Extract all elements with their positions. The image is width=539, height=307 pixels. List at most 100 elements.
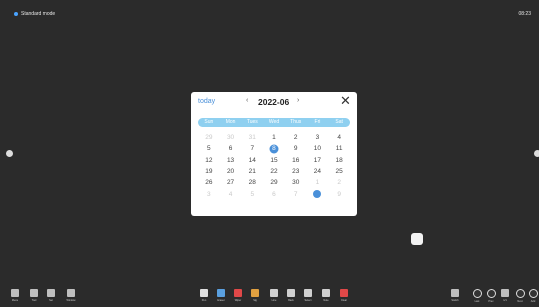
day-cell[interactable]: 16 (285, 155, 307, 166)
day-number: 9 (337, 190, 341, 198)
day-number: 2 (293, 134, 298, 142)
toolbar-button-menu[interactable]: Menu (8, 285, 22, 307)
day-cell[interactable]: 2 (285, 132, 307, 143)
day-number: 7 (250, 145, 255, 153)
day-number: 10 (313, 145, 322, 153)
day-cell[interactable]: 9 (328, 188, 350, 199)
wiper-icon (234, 289, 242, 297)
day-cell[interactable]: 14 (241, 155, 263, 166)
day-cell[interactable]: 11 (328, 143, 350, 154)
toolbar-button-select[interactable]: Select (301, 285, 315, 307)
day-cell[interactable]: 7 (285, 188, 307, 199)
clock: 08:23 (518, 11, 531, 17)
floating-white-button[interactable] (411, 233, 423, 245)
day-cell[interactable]: 13 (220, 155, 242, 166)
day-grid: 29 30 31 1 2 3 4 5 6 7 8 9 10 11 12 13 14 15 16 17 18 19 20 21 2… (198, 132, 350, 200)
toolbar-button-prev[interactable]: Prev (484, 285, 498, 307)
day-cell[interactable]: 24 (307, 166, 329, 177)
day-number: 2 (337, 179, 341, 187)
day-cell[interactable]: 4 (220, 188, 242, 199)
day-number: 4 (228, 190, 233, 198)
today-button[interactable]: today (198, 98, 215, 105)
toolbar-label: Note (323, 299, 329, 302)
day-cell[interactable]: 3 (198, 188, 220, 199)
next-icon (515, 289, 525, 298)
day-cell[interactable]: 31 (241, 132, 263, 143)
day-cell[interactable]: 6 (263, 188, 285, 199)
day-cell[interactable]: 29 (198, 132, 220, 143)
toolbar-button-last[interactable]: Last (470, 285, 484, 307)
toolbar-button-note[interactable]: Note (319, 285, 333, 307)
day-cell[interactable]: 17 (307, 155, 329, 166)
toolbar-button-next[interactable]: Next (513, 285, 527, 307)
day-cell[interactable]: 4 (328, 132, 350, 143)
day-cell[interactable]: 30 (220, 132, 242, 143)
next-month-button[interactable]: › (297, 97, 299, 104)
toolbar-button-tool[interactable]: Tool (27, 285, 41, 307)
day-cell[interactable]: 10 (307, 143, 329, 154)
toolbar-button-switch[interactable]: Switch (448, 285, 462, 307)
day-cell[interactable]: 6 (220, 143, 242, 154)
day-cell[interactable]: 19 (198, 166, 220, 177)
toolbar-label: Last (474, 300, 480, 303)
toolbar-button-pen[interactable]: Pen (197, 285, 211, 307)
day-cell[interactable]: 22 (263, 166, 285, 177)
toolbar-button-eraser[interactable]: Eraser (214, 285, 228, 307)
menu-icon (11, 289, 19, 297)
day-cell[interactable]: 26 (198, 177, 220, 188)
day-cell[interactable]: 1 (307, 177, 329, 188)
toolbar-button-line[interactable]: Line (267, 285, 281, 307)
day-cell-selected[interactable]: 8 (263, 143, 285, 154)
weekday-label: Thus (290, 119, 302, 125)
day-number: 24 (313, 168, 322, 176)
day-cell[interactable]: 23 (285, 166, 307, 177)
day-number: 30 (226, 134, 235, 142)
day-cell[interactable]: 9 (285, 143, 307, 154)
close-icon[interactable]: ✕ (340, 93, 351, 109)
day-number: 1 (315, 179, 320, 187)
left-side-handle[interactable] (6, 150, 13, 157)
day-number: 3 (207, 190, 211, 198)
day-cell[interactable]: 30 (285, 177, 307, 188)
day-cell[interactable]: 28 (241, 177, 263, 188)
day-cell[interactable]: 12 (198, 155, 220, 166)
day-cell[interactable]: 27 (220, 177, 242, 188)
right-side-handle[interactable] (534, 150, 539, 157)
day-cell[interactable]: 1 (263, 132, 285, 143)
day-cell[interactable]: 15 (263, 155, 285, 166)
day-cell[interactable]: 21 (241, 166, 263, 177)
toolbar-button-sig[interactable]: Sig (248, 285, 262, 307)
toolbar-button-add[interactable]: Add (526, 285, 539, 307)
day-cell[interactable]: 5 (241, 188, 263, 199)
toolbar-button-window[interactable]: Window (64, 285, 78, 307)
day-number: 27 (226, 179, 235, 187)
toolbar-button-set[interactable]: Set (44, 285, 58, 307)
day-number: 22 (270, 168, 278, 176)
clear-icon (340, 289, 348, 297)
weekday-label: Sun (204, 119, 214, 125)
day-number: 16 (292, 156, 300, 164)
day-cell[interactable]: 29 (263, 177, 285, 188)
toolbar-button-back[interactable]: Back (284, 285, 298, 307)
toolbar-button-1-1[interactable]: 1/1 (498, 285, 512, 307)
signature-icon (251, 289, 259, 297)
day-cell[interactable]: 3 (307, 132, 329, 143)
day-cell[interactable]: 5 (198, 143, 220, 154)
day-cell-marked[interactable] (307, 188, 329, 199)
mode-indicator[interactable]: Standard mode (14, 11, 55, 17)
toolbar-label: Sig (253, 299, 257, 302)
prev-month-button[interactable]: ‹ (246, 97, 248, 104)
bottom-toolbar: Menu Tool Set Window Pen Eraser Wiper Sig Line Ba… (0, 285, 539, 307)
day-number: 5 (207, 145, 211, 153)
day-cell[interactable]: 18 (328, 155, 350, 166)
day-cell[interactable]: 25 (328, 166, 350, 177)
toolbar-button-clear[interactable]: Clear (337, 285, 351, 307)
calendar-header: today ‹ 2022-06 › ✕ (191, 92, 357, 112)
toolbar-label: Next (517, 300, 523, 303)
toolbar-button-wiper[interactable]: Wiper (231, 285, 245, 307)
day-cell[interactable]: 7 (241, 143, 263, 154)
line-icon (270, 289, 278, 297)
day-number: 26 (205, 179, 213, 187)
day-cell[interactable]: 2 (328, 177, 350, 188)
day-cell[interactable]: 20 (220, 166, 242, 177)
